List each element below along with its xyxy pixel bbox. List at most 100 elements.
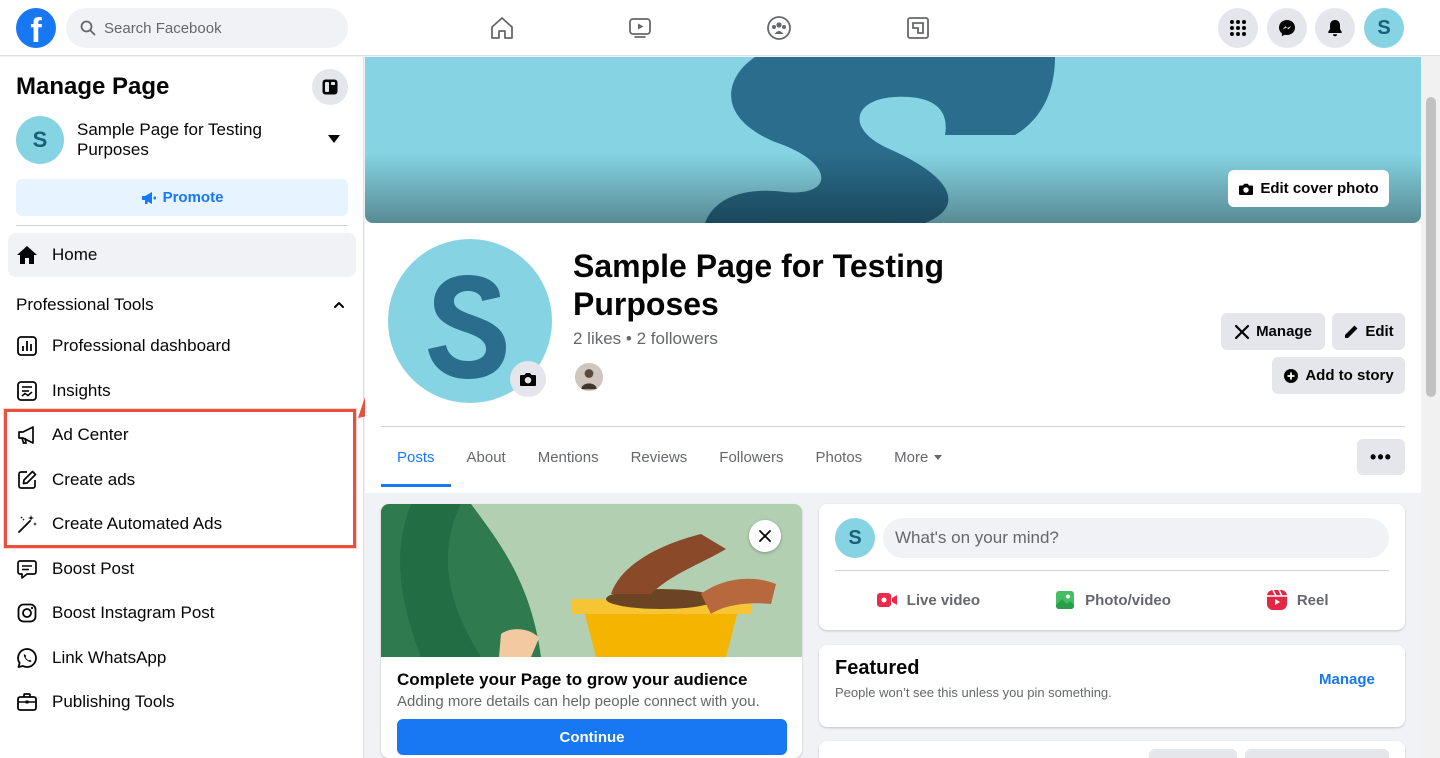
card-action-button[interactable]: [1149, 749, 1237, 758]
sidebar-item-boost-post[interactable]: Boost Post: [8, 547, 356, 592]
gaming-icon[interactable]: [900, 10, 936, 46]
follower-avatar[interactable]: [573, 361, 605, 393]
tab-label: Mentions: [537, 448, 599, 466]
promote-label: Promote: [162, 189, 224, 206]
camera-icon: [520, 373, 536, 386]
next-card-partial: [819, 741, 1405, 758]
edit-cover-photo-button[interactable]: Edit cover photo: [1228, 170, 1389, 207]
sidebar-item-label: Create ads: [52, 469, 136, 489]
whats-on-your-mind-input[interactable]: What's on your mind?: [883, 518, 1389, 558]
profile-header: Sample Page for Testing Purposes 2 likes…: [365, 223, 1421, 493]
tab-reviews[interactable]: Reviews: [615, 427, 704, 487]
composer-actions: Live video Photo/video Reel: [835, 578, 1389, 622]
watering-plant-illustration: [381, 504, 802, 657]
update-profile-picture-button[interactable]: [510, 361, 546, 397]
sidebar-item-label: Boost Post: [52, 558, 135, 578]
edit-button[interactable]: Edit: [1332, 313, 1405, 350]
sidebar-item-label: Boost Instagram Post: [52, 603, 215, 623]
composer-avatar[interactable]: S: [835, 518, 875, 558]
live-video-button[interactable]: Live video: [835, 578, 1020, 622]
instagram-icon: [17, 603, 37, 623]
composer-divider: [835, 570, 1389, 571]
groups-icon[interactable]: [761, 10, 797, 46]
boost-post-icon: [17, 559, 37, 579]
tab-about[interactable]: About: [451, 427, 522, 487]
edit-label: Edit: [1365, 323, 1394, 340]
illustration-graphic: [381, 504, 802, 657]
professional-tools-header[interactable]: Professional Tools: [16, 293, 348, 317]
megaphone-icon: [141, 191, 156, 204]
home-icon[interactable]: [484, 10, 520, 46]
manage-button[interactable]: Manage: [1221, 313, 1325, 350]
sidebar-item-boost-instagram-post[interactable]: Boost Instagram Post: [8, 591, 356, 636]
caret-down-icon[interactable]: [328, 135, 340, 143]
reel-button[interactable]: Reel: [1204, 578, 1389, 622]
camera-icon: [1239, 183, 1254, 195]
manage-label: Manage: [1256, 323, 1312, 340]
sidebar-item-insights[interactable]: Insights: [8, 369, 356, 414]
page-scrollbar[interactable]: [1422, 57, 1440, 758]
sidebar-item-home[interactable]: Home: [8, 233, 356, 277]
tab-label: More: [894, 448, 929, 466]
notifications-icon[interactable]: [1315, 8, 1355, 48]
search-input[interactable]: [104, 19, 304, 37]
facebook-logo[interactable]: f: [16, 8, 56, 48]
tab-label: Photos: [815, 448, 863, 466]
page-switcher-name: Sample Page for Testing Purposes: [77, 120, 262, 159]
sidebar-item-label: Create Automated Ads: [52, 514, 223, 534]
professional-tools-list: Professional dashboard Insights Ad Cente…: [8, 324, 356, 725]
menu-grid-icon[interactable]: [1218, 8, 1258, 48]
megaphone-icon: [18, 426, 34, 445]
more-options-button[interactable]: •••: [1357, 439, 1405, 475]
sidebar-item-publishing-tools[interactable]: Publishing Tools: [8, 680, 356, 725]
card-action-button[interactable]: [1245, 749, 1389, 758]
sidebar-item-label: Insights: [52, 380, 111, 400]
page-title: Sample Page for Testing Purposes: [573, 248, 945, 322]
add-to-story-button[interactable]: Add to story: [1272, 357, 1405, 394]
sidebar-collapse-button[interactable]: [312, 69, 348, 105]
tab-photos[interactable]: Photos: [799, 427, 878, 487]
pencil-icon: [1345, 325, 1358, 338]
watch-icon[interactable]: [622, 10, 658, 46]
tab-label: About: [466, 448, 506, 466]
featured-title: Featured: [835, 657, 920, 679]
sidebar-item-link-whatsapp[interactable]: Link WhatsApp: [8, 636, 356, 681]
insights-icon: [17, 380, 37, 401]
scrollbar-thumb[interactable]: [1426, 97, 1436, 397]
plus-circle-icon: [1284, 368, 1299, 383]
chevron-up-icon[interactable]: [332, 298, 346, 312]
tab-followers[interactable]: Followers: [703, 427, 799, 487]
person-photo-icon: [575, 363, 603, 391]
continue-button[interactable]: Continue: [397, 719, 787, 755]
promote-button[interactable]: Promote: [16, 179, 348, 216]
magic-wand-icon: [18, 515, 37, 534]
section-label: Professional Tools: [16, 295, 154, 314]
messenger-icon[interactable]: [1267, 8, 1307, 48]
featured-card: Featured People won’t see this unless yo…: [819, 645, 1405, 727]
likes-followers-count[interactable]: 2 likes • 2 followers: [573, 329, 718, 349]
photo-video-icon: [1056, 591, 1075, 609]
caret-down-icon: [934, 454, 943, 460]
close-card-button[interactable]: [749, 520, 781, 552]
sidebar-item-create-ads[interactable]: Create ads: [8, 458, 356, 503]
page-tabs: Posts About Mentions Reviews Followers P…: [381, 427, 958, 487]
pencil-square-icon: [18, 470, 37, 489]
tab-more[interactable]: More: [878, 427, 958, 487]
page-switcher[interactable]: S Sample Page for Testing Purposes: [16, 115, 348, 165]
tab-label: Posts: [397, 448, 435, 466]
whatsapp-icon: [17, 647, 37, 668]
tab-mentions[interactable]: Mentions: [522, 427, 615, 487]
reel-icon: [1266, 589, 1287, 610]
search-box[interactable]: [66, 8, 348, 48]
cover-photo: Edit cover photo: [365, 57, 1421, 223]
sidebar-item-professional-dashboard[interactable]: Professional dashboard: [8, 324, 356, 369]
sidebar-item-label: Ad Center: [52, 425, 129, 445]
sidebar-panel-icon: [322, 79, 338, 95]
sidebar-item-ad-center[interactable]: Ad Center: [8, 413, 356, 458]
sidebar-item-create-automated-ads[interactable]: Create Automated Ads: [8, 502, 356, 547]
featured-manage-link[interactable]: Manage: [1319, 671, 1375, 688]
photo-video-label: Photo/video: [1085, 591, 1171, 609]
photo-video-button[interactable]: Photo/video: [1020, 578, 1205, 622]
tab-posts[interactable]: Posts: [381, 427, 451, 487]
account-avatar[interactable]: S: [1364, 8, 1404, 48]
